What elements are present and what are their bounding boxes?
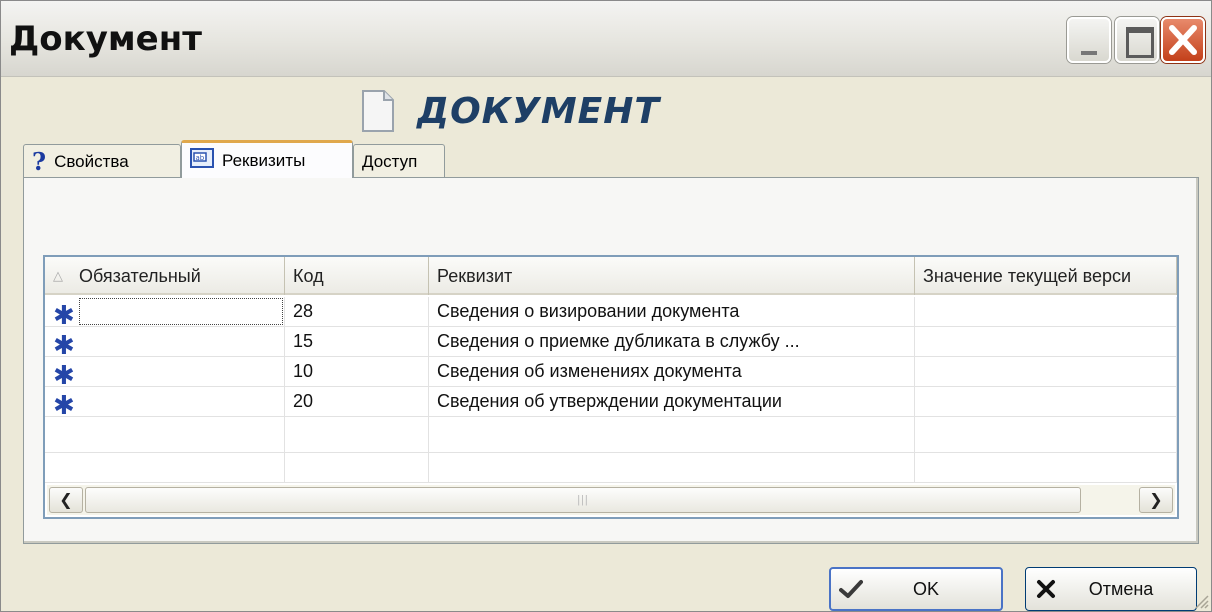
grid-header: △ Обязательный Код Реквизит Значение тек… [45,257,1177,295]
ok-button[interactable]: OK [829,567,1003,611]
required-asterisk-icon: ✱ [53,299,75,327]
resize-grip-icon[interactable] [1191,591,1209,609]
title-bar[interactable]: Документ [1,1,1211,77]
minimize-button[interactable] [1067,17,1111,63]
horizontal-scrollbar[interactable]: ❮ ||| ❯ [47,485,1175,515]
document-icon [361,89,395,133]
value-cell[interactable] [915,357,1177,387]
required-cell[interactable]: ✱ [45,297,285,327]
scroll-left-button[interactable]: ❮ [49,487,83,513]
close-icon [1169,25,1197,55]
required-asterisk-icon: ✱ [53,389,75,417]
required-asterisk-icon: ✱ [53,359,75,387]
code-cell[interactable]: 20 [285,387,429,417]
requisites-grid[interactable]: △ Обязательный Код Реквизит Значение тек… [43,255,1179,519]
column-header-code[interactable]: Код [285,257,429,295]
column-header-required[interactable]: △ Обязательный [45,257,285,295]
page-title: ДОКУМЕНТ [417,90,660,132]
required-asterisk-icon: ✱ [53,329,75,357]
grip-icon: ||| [577,494,589,506]
empty-row [45,417,1177,453]
help-icon: ? [32,147,47,176]
empty-row [45,447,1177,483]
code-cell[interactable]: 15 [285,327,429,357]
sort-icon: △ [53,268,63,283]
required-cell[interactable]: ✱ [45,357,285,387]
maximize-button[interactable] [1115,17,1159,63]
close-button[interactable] [1161,17,1205,63]
table-row[interactable]: ✱ 15 Сведения о приемке дубликата в служ… [45,327,1177,357]
dialog-window: Документ ДОКУМЕНТ ? Свойства ab Реквизит… [0,0,1212,612]
column-header-value[interactable]: Значение текущей верси [915,257,1177,295]
checkmark-icon [831,579,871,599]
required-cell[interactable]: ✱ [45,387,285,417]
window-title: Документ [9,19,202,59]
table-row[interactable]: ✱ 20 Сведения об утверждении документаци… [45,387,1177,417]
form-icon: ab [190,148,214,173]
requisite-cell[interactable]: Сведения о приемке дубликата в службу ..… [429,327,915,357]
column-header-requisite[interactable]: Реквизит [429,257,915,295]
chevron-left-icon: ❮ [59,492,73,509]
required-cell[interactable]: ✱ [45,327,285,357]
tab-requisites[interactable]: ab Реквизиты [181,140,353,178]
table-row[interactable]: ✱ 10 Сведения об изменениях документа [45,357,1177,387]
code-cell[interactable]: 28 [285,297,429,327]
tab-label: Доступ [362,151,418,171]
requisite-cell[interactable]: Сведения об утверждении документации [429,387,915,417]
table-row[interactable]: ✱ 28 Сведения о визировании документа [45,297,1177,327]
dialog-header: ДОКУМЕНТ [361,81,660,141]
scroll-right-button[interactable]: ❯ [1139,487,1173,513]
cancel-x-icon [1026,579,1066,599]
code-cell[interactable]: 10 [285,357,429,387]
tab-access[interactable]: Доступ [353,144,445,178]
svg-text:ab: ab [196,154,205,162]
tab-label: Свойства [54,151,129,171]
value-cell[interactable] [915,327,1177,357]
grid-body: ✱ 28 Сведения о визировании документа ✱ … [45,297,1177,483]
tab-label: Реквизиты [222,150,306,170]
value-cell[interactable] [915,297,1177,327]
cancel-button[interactable]: Отмена [1025,567,1197,611]
scrollbar-thumb[interactable]: ||| [85,487,1081,513]
requisite-cell[interactable]: Сведения о визировании документа [429,297,915,327]
chevron-right-icon: ❯ [1149,492,1163,509]
value-cell[interactable] [915,387,1177,417]
requisite-cell[interactable]: Сведения об изменениях документа [429,357,915,387]
tab-properties[interactable]: ? Свойства [23,144,181,178]
